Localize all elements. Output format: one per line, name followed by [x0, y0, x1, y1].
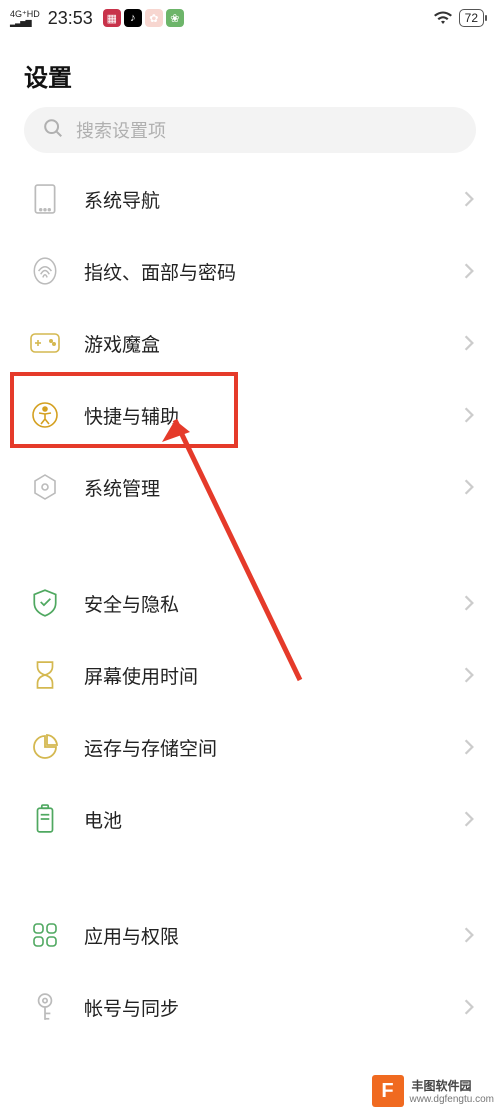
key-sync-icon	[30, 992, 60, 1022]
item-battery[interactable]: 电池	[0, 783, 500, 855]
status-right: 72	[433, 9, 484, 27]
battery-icon	[30, 804, 60, 834]
hourglass-icon	[30, 660, 60, 690]
status-left: 4G⁺HD ▂▃▅▆ 23:53 ▦ ♪ ✿ ❀	[10, 8, 184, 29]
status-bar: 4G⁺HD ▂▃▅▆ 23:53 ▦ ♪ ✿ ❀ 72	[0, 0, 500, 36]
chevron-right-icon	[460, 738, 478, 756]
gear-hex-icon	[30, 472, 60, 502]
chevron-right-icon	[460, 406, 478, 424]
item-system-nav[interactable]: 系统导航	[0, 163, 500, 235]
item-label: 屏幕使用时间	[84, 662, 460, 689]
watermark-name: 丰图软件园	[410, 1079, 495, 1093]
item-system-mgmt[interactable]: 系统管理	[0, 451, 500, 523]
signal-icon: 4G⁺HD ▂▃▅▆	[10, 10, 40, 27]
item-label: 应用与权限	[84, 922, 460, 949]
chevron-right-icon	[460, 262, 478, 280]
chevron-right-icon	[460, 190, 478, 208]
chevron-right-icon	[460, 594, 478, 612]
search-icon	[42, 117, 64, 144]
item-security[interactable]: 安全与隐私	[0, 567, 500, 639]
item-screen-time[interactable]: 屏幕使用时间	[0, 639, 500, 711]
search-placeholder: 搜索设置项	[76, 117, 166, 143]
clock: 23:53	[48, 8, 93, 29]
item-label: 系统导航	[84, 186, 460, 213]
watermark: F 丰图软件园 www.dgfengtu.com	[366, 1071, 500, 1111]
status-app-icon: ❀	[166, 9, 184, 27]
item-accounts[interactable]: 帐号与同步	[0, 971, 500, 1043]
item-label: 运存与存储空间	[84, 734, 460, 761]
item-label: 安全与隐私	[84, 590, 460, 617]
item-biometrics[interactable]: 指纹、面部与密码	[0, 235, 500, 307]
item-label: 系统管理	[84, 474, 460, 501]
status-app-icon: ♪	[124, 9, 142, 27]
pie-chart-icon	[30, 732, 60, 762]
watermark-logo: F	[372, 1075, 404, 1107]
battery-icon: 72	[459, 9, 484, 27]
phone-nav-icon	[30, 184, 60, 214]
item-shortcuts[interactable]: 快捷与辅助	[0, 379, 500, 451]
chevron-right-icon	[460, 666, 478, 684]
search-input[interactable]: 搜索设置项	[24, 107, 476, 153]
shield-icon	[30, 588, 60, 618]
chevron-right-icon	[460, 926, 478, 944]
item-label: 电池	[84, 806, 460, 833]
page-title: 设置	[0, 36, 500, 107]
chevron-right-icon	[460, 810, 478, 828]
item-label: 快捷与辅助	[84, 402, 460, 429]
settings-list: 系统导航 指纹、面部与密码 游戏魔盒 快捷与辅助 系统管理 安	[0, 163, 500, 1043]
status-app-icons: ▦ ♪ ✿ ❀	[103, 9, 184, 27]
chevron-right-icon	[460, 334, 478, 352]
item-game-box[interactable]: 游戏魔盒	[0, 307, 500, 379]
item-apps[interactable]: 应用与权限	[0, 899, 500, 971]
item-storage[interactable]: 运存与存储空间	[0, 711, 500, 783]
item-label: 帐号与同步	[84, 994, 460, 1021]
item-label: 游戏魔盒	[84, 330, 460, 357]
watermark-url: www.dgfengtu.com	[410, 1093, 495, 1107]
status-app-icon: ✿	[145, 9, 163, 27]
item-label: 指纹、面部与密码	[84, 258, 460, 285]
apps-grid-icon	[30, 920, 60, 950]
gamepad-icon	[30, 328, 60, 358]
accessibility-icon	[30, 400, 60, 430]
fingerprint-icon	[30, 256, 60, 286]
chevron-right-icon	[460, 998, 478, 1016]
status-app-icon: ▦	[103, 9, 121, 27]
wifi-icon	[433, 10, 453, 26]
chevron-right-icon	[460, 478, 478, 496]
